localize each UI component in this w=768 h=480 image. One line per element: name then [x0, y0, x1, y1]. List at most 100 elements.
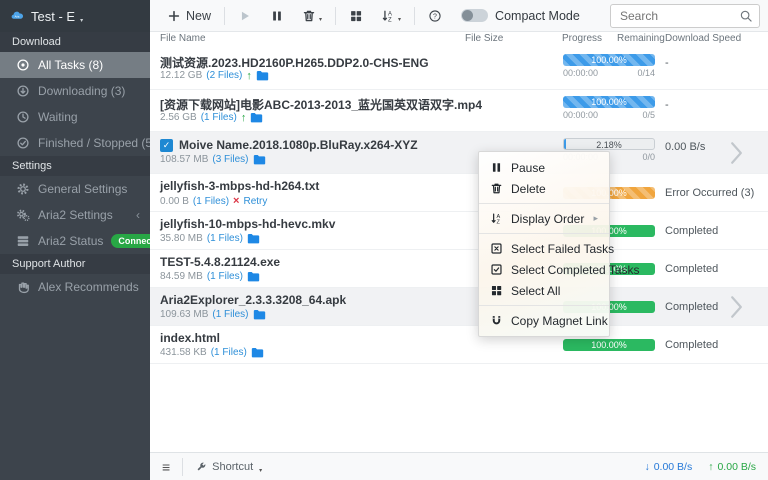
sidebar-nav: DownloadAll Tasks (8)Downloading (3)Wait…	[0, 32, 150, 300]
plus-icon	[167, 9, 181, 23]
toolbar-divider	[224, 7, 225, 25]
app-title: Test - E	[31, 9, 75, 24]
file-count-link[interactable]: (2 Files)	[206, 70, 242, 81]
menu-item-copy-magnet-link[interactable]: Copy Magnet Link	[479, 310, 609, 331]
folder-icon[interactable]	[256, 70, 269, 81]
row-checkbox[interactable]: ✓	[160, 139, 173, 152]
progress-time: 00:00:00	[563, 110, 598, 120]
help-button[interactable]: ?	[419, 5, 451, 27]
status-text: -	[665, 57, 669, 69]
file-name: TEST-5.4.8.21124.exe	[160, 255, 280, 269]
table-row[interactable]: jellyfish-3-mbps-hd-h264.txt0.00 B(1 Fil…	[150, 174, 768, 212]
file-size: 108.57 MB	[160, 154, 208, 165]
sidebar-item-general-settings[interactable]: General Settings	[0, 176, 150, 202]
table-row[interactable]: TEST-5.4.8.21124.exe84.59 MB(1 Files)100…	[150, 250, 768, 288]
table-row[interactable]: jellyfish-10-mbps-hd-hevc.mkv35.80 MB(1 …	[150, 212, 768, 250]
hand-icon	[16, 280, 30, 294]
file-count-link[interactable]: (3 Files)	[212, 154, 248, 165]
folder-icon[interactable]	[253, 309, 266, 320]
chevron-right-icon[interactable]	[730, 141, 743, 165]
retry-link[interactable]: Retry	[243, 196, 267, 207]
sidebar-item-downloading[interactable]: Downloading (3)	[0, 78, 150, 104]
menu-item-label: Display Order	[511, 212, 584, 226]
menu-item-pause[interactable]: Pause	[479, 157, 609, 178]
new-task-label: New	[186, 9, 211, 23]
status-text: Completed	[665, 263, 718, 275]
sort-button[interactable]: AZ▾	[372, 5, 410, 27]
caret-down-icon: ▾	[398, 16, 401, 23]
file-name: Moive Name.2018.1080p.BluRay.x264-XYZ	[179, 138, 418, 152]
svg-text:Z: Z	[388, 17, 392, 23]
table-header: File Name File Size Progress Remaining D…	[150, 32, 768, 48]
status-bar: ≡ Shortcut ▾ ↓0.00 B/s ↑0.00 B/s	[150, 452, 768, 480]
menu-separator	[479, 233, 609, 234]
progress-label: 100.00%	[563, 96, 655, 108]
wrench-icon	[195, 461, 207, 473]
menu-item-delete[interactable]: Delete	[479, 178, 609, 199]
empty-area	[150, 364, 768, 452]
file-count-link[interactable]: (1 Files)	[207, 271, 243, 282]
svg-text:?: ?	[433, 13, 437, 20]
sidebar-item-aria2-status[interactable]: Aria2 StatusConnected	[0, 228, 150, 254]
file-size: 2.56 GB	[160, 112, 197, 123]
menu-icon[interactable]: ≡	[162, 459, 170, 475]
table-row[interactable]: 测试资源.2023.HD2160P.H265.DDP2.0-CHS-ENG12.…	[150, 48, 768, 90]
sidebar-item-label: General Settings	[38, 182, 127, 196]
file-name: jellyfish-10-mbps-hd-hevc.mkv	[160, 217, 335, 231]
menu-item-select-completed-tasks[interactable]: Select Completed Tasks	[479, 259, 609, 280]
trash-icon	[490, 182, 503, 195]
sidebar-item-alex-recommends[interactable]: Alex Recommends	[0, 274, 150, 300]
new-task-button[interactable]: New	[158, 5, 220, 27]
progress-label: 2.18%	[564, 139, 654, 150]
status-text: 0.00 B/s	[665, 141, 705, 153]
delete-button[interactable]: ▾	[293, 5, 331, 27]
table-row[interactable]: index.html431.58 KB(1 Files)100.00%Compl…	[150, 326, 768, 364]
chevron-right-icon[interactable]	[730, 295, 743, 319]
file-count-link[interactable]: (1 Files)	[211, 347, 247, 358]
sidebar-item-label: All Tasks (8)	[38, 58, 103, 72]
toolbar-divider	[414, 7, 415, 25]
section-header-settings: Settings	[0, 156, 150, 176]
pause-icon	[270, 9, 284, 23]
folder-icon[interactable]	[251, 347, 264, 358]
file-name: index.html	[160, 331, 220, 345]
folder-icon[interactable]	[253, 154, 266, 165]
folder-icon[interactable]	[247, 271, 260, 282]
pause-button[interactable]	[261, 5, 293, 27]
menu-item-select-all[interactable]: Select All	[479, 280, 609, 301]
pause-icon	[490, 161, 503, 174]
progress-pieces: 0/14	[637, 68, 655, 78]
file-count-link[interactable]: (1 Files)	[201, 112, 237, 123]
sidebar-item-waiting[interactable]: Waiting	[0, 104, 150, 130]
file-size: 109.63 MB	[160, 309, 208, 320]
file-count-link[interactable]: (1 Files)	[193, 196, 229, 207]
progress-pieces: 0/0	[642, 152, 655, 162]
table-row[interactable]: ✓ Moive Name.2018.1080p.BluRay.x264-XYZ 10…	[150, 132, 768, 174]
select-mode-button[interactable]	[340, 5, 372, 27]
folder-icon[interactable]	[250, 112, 263, 123]
upload-arrow-icon: ↑	[246, 71, 252, 81]
sidebar-item-aria2-settings[interactable]: Aria2 Settings‹	[0, 202, 150, 228]
file-count-link[interactable]: (1 Files)	[207, 233, 243, 244]
file-size: 12.12 GB	[160, 70, 202, 81]
status-text: -	[665, 99, 669, 111]
menu-item-select-failed-tasks[interactable]: Select Failed Tasks	[479, 238, 609, 259]
shortcut-label[interactable]: Shortcut	[212, 461, 253, 473]
start-button[interactable]	[229, 5, 261, 27]
sidebar-item-all-tasks[interactable]: All Tasks (8)	[0, 52, 150, 78]
global-upload-speed: ↑0.00 B/s	[708, 461, 756, 473]
compact-mode-toggle[interactable]	[461, 9, 488, 22]
status-text: Completed	[665, 339, 718, 351]
server-icon	[16, 234, 30, 248]
folder-icon[interactable]	[247, 233, 260, 244]
app-window: Aria Test - E ▾ DownloadAll Tasks (8)Dow…	[0, 0, 768, 480]
menu-item-display-order[interactable]: AZDisplay Order▸	[479, 208, 609, 229]
table-row[interactable]: Aria2Explorer_2.3.3.3208_64.apk109.63 MB…	[150, 288, 768, 326]
file-count-link[interactable]: (1 Files)	[212, 309, 248, 320]
sidebar-item-finished-stopped[interactable]: Finished / Stopped (5)	[0, 130, 150, 156]
search-input[interactable]	[610, 4, 760, 28]
progress-cell: 100.00%00:00:000/5	[563, 96, 655, 120]
file-size: 431.58 KB	[160, 347, 207, 358]
table-row[interactable]: [资源下载网站]电影ABC-2013-2013_蓝光国英双语双字.mp42.56…	[150, 90, 768, 132]
sidebar-header[interactable]: Aria Test - E ▾	[0, 0, 150, 32]
